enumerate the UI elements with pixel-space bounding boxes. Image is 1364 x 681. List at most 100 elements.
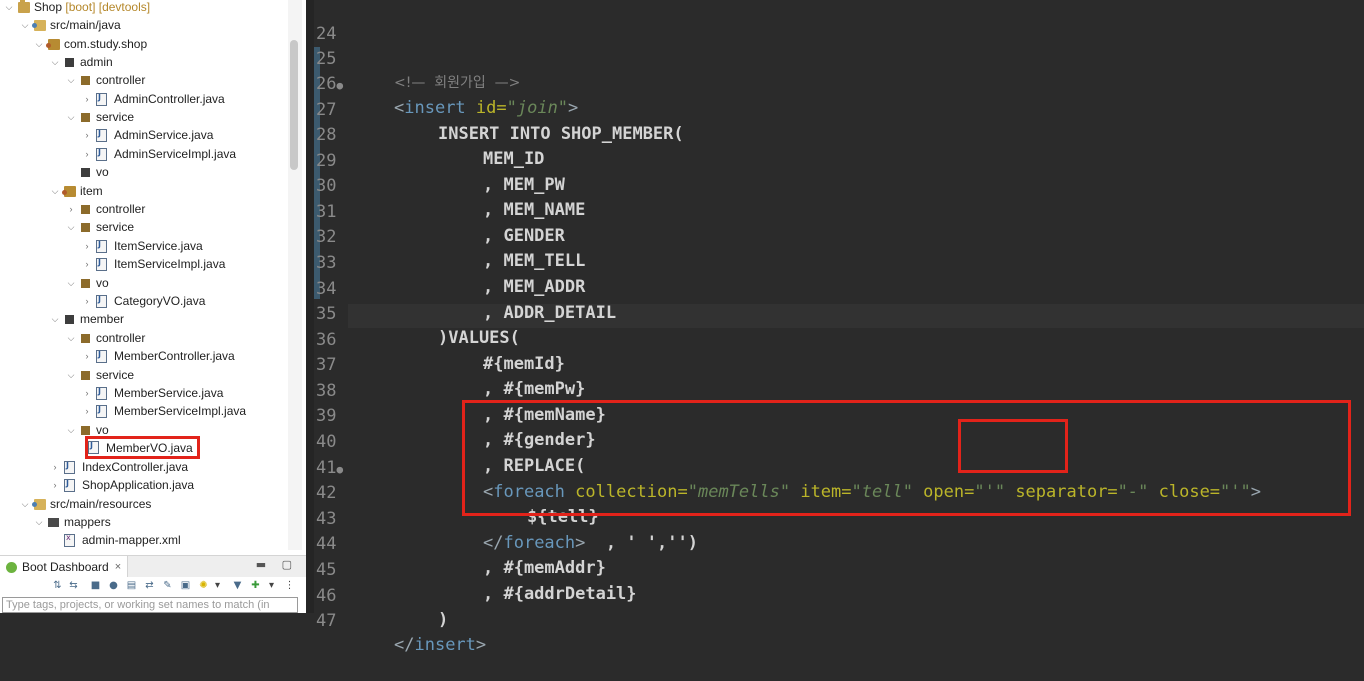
code-line[interactable]: 36 #{memId}: [306, 304, 565, 374]
tree-item-membervo-java[interactable]: MemberVO.java: [85, 436, 200, 459]
code-line[interactable]: 46 ): [306, 560, 448, 630]
tree-item-com-study-shop[interactable]: ⌵ com.study.shop: [34, 35, 148, 53]
tree-item-item-vo[interactable]: ⌵ vo: [66, 274, 109, 292]
tree-item-mappers[interactable]: ⌵ mappers: [34, 513, 111, 531]
debug-icon[interactable]: ⇆: [68, 580, 79, 591]
close-icon[interactable]: ×: [115, 561, 121, 573]
dropdown-icon[interactable]: ▾: [212, 580, 223, 591]
chevron-right-icon[interactable]: ›: [82, 94, 92, 104]
xml-editor[interactable]: 24 25 <!— 회원가입 —> 26● <insert id="join">…: [306, 0, 1364, 655]
add-icon[interactable]: ✚: [250, 580, 261, 591]
chevron-right-icon[interactable]: ›: [82, 149, 92, 159]
chevron-down-icon[interactable]: ⌵: [20, 20, 30, 31]
tree-item-src-main-java[interactable]: ⌵ src/main/java: [20, 16, 121, 34]
tree-item-adminservice-java[interactable]: › AdminService.java: [82, 126, 214, 144]
tree-item-admin-vo[interactable]: vo: [80, 163, 109, 181]
code-line[interactable]: 40 , REPLACE(: [306, 406, 585, 476]
chevron-down-icon[interactable]: ⌵: [66, 278, 76, 289]
tree-item-member-service[interactable]: ⌵ service: [66, 366, 134, 384]
chevron-down-icon[interactable]: ⌵: [50, 314, 60, 325]
tree-item-admincontroller-java[interactable]: › AdminController.java: [82, 90, 225, 108]
chevron-down-icon[interactable]: ⌵: [66, 112, 76, 123]
code-line[interactable]: 42 ${tell}: [306, 457, 599, 527]
code-line[interactable]: 27 INSERT INTO SHOP_MEMBER(: [306, 74, 684, 144]
chevron-down-icon[interactable]: ⌵: [34, 517, 44, 528]
tree-item-item[interactable]: ⌵ item: [50, 182, 103, 200]
tree-item-admin-controller[interactable]: ⌵ controller: [66, 71, 146, 89]
chevron-down-icon[interactable]: ⌵: [20, 499, 30, 510]
tree-item-project[interactable]: ⌵ Shop [boot] [devtools]: [4, 0, 150, 16]
code-line[interactable]: 31 , GENDER: [306, 176, 565, 246]
code-line[interactable]: 28 MEM_ID: [306, 99, 544, 169]
code-line[interactable]: 26● <insert id="join">: [306, 48, 578, 118]
tree-item-shopapplication-java[interactable]: › ShopApplication.java: [50, 476, 195, 494]
tree-item-src-main-resources[interactable]: ⌵ src/main/resources: [20, 495, 152, 513]
tree-item-categoryvo-java[interactable]: › CategoryVO.java: [82, 292, 206, 310]
code-line[interactable]: 35 )VALUES(: [306, 278, 520, 348]
chevron-down-icon[interactable]: ⌵: [50, 186, 60, 197]
code-line[interactable]: 33 , MEM_ADDR: [306, 227, 585, 297]
chevron-right-icon[interactable]: ›: [82, 130, 92, 140]
code-line[interactable]: 37 , #{memPw}: [306, 329, 585, 399]
chevron-down-icon[interactable]: ⌵: [66, 370, 76, 381]
code-line[interactable]: 38 , #{memName}: [306, 355, 606, 425]
chevron-right-icon[interactable]: ›: [50, 480, 60, 490]
edit-icon[interactable]: ✎: [162, 580, 173, 591]
code-line[interactable]: 44 , #{memAddr}: [306, 508, 606, 578]
chevron-right-icon[interactable]: ›: [66, 204, 76, 214]
chevron-right-icon[interactable]: ›: [82, 259, 92, 269]
tree-item-member-vo[interactable]: ⌵ vo: [66, 421, 109, 439]
start-icon[interactable]: ⇅: [52, 580, 63, 591]
code-line[interactable]: 39 , #{gender}: [306, 380, 596, 450]
chevron-down-icon[interactable]: ⌵: [34, 39, 44, 50]
tree-item-membercontroller-java[interactable]: › MemberController.java: [82, 347, 235, 365]
tab-boot-dashboard[interactable]: Boot Dashboard ×: [0, 556, 129, 578]
tree-item-admin-service[interactable]: ⌵ service: [66, 108, 134, 126]
view-menu-icon[interactable]: ⋮: [284, 580, 295, 591]
tree-item-memberserviceimpl-java[interactable]: › MemberServiceImpl.java: [82, 402, 247, 420]
open-browser-icon[interactable]: ●: [108, 580, 119, 591]
chevron-right-icon[interactable]: ›: [82, 388, 92, 398]
tree-item-itemservice-java[interactable]: › ItemService.java: [82, 237, 203, 255]
chevron-down-icon[interactable]: ⌵: [50, 57, 60, 68]
lightbulb-icon[interactable]: ✺: [198, 580, 209, 591]
filter-icon[interactable]: ▼: [232, 580, 243, 591]
chevron-right-icon[interactable]: ›: [50, 462, 60, 472]
chevron-right-icon[interactable]: ›: [82, 241, 92, 251]
tree-item-itemserviceimpl-java[interactable]: › ItemServiceImpl.java: [82, 255, 226, 273]
chevron-down-icon[interactable]: ⌵: [4, 2, 14, 13]
dropdown-icon[interactable]: ▾: [266, 580, 277, 591]
properties-icon[interactable]: ▣: [180, 580, 191, 591]
code-line[interactable]: 25 <!— 회원가입 —>: [306, 23, 520, 91]
code-line[interactable]: 45 , #{addrDetail}: [306, 534, 637, 604]
console-icon[interactable]: ▤: [126, 580, 137, 591]
link-icon[interactable]: ⇄: [144, 580, 155, 591]
tree-item-adminserviceimpl-java[interactable]: › AdminServiceImpl.java: [82, 145, 237, 163]
code-line[interactable]: 29 , MEM_PW: [306, 125, 565, 195]
tree-item-memberservice-java[interactable]: › MemberService.java: [82, 384, 224, 402]
minimize-maximize-icons[interactable]: ▬ ▢: [256, 558, 298, 571]
code-line[interactable]: 41● <foreach collection="memTells" item=…: [306, 432, 1261, 502]
chevron-right-icon[interactable]: ›: [82, 406, 92, 416]
code-line[interactable]: 43 </foreach> , ' ',''): [306, 483, 698, 553]
tree-item-member-controller[interactable]: ⌵ controller: [66, 329, 146, 347]
tree-item-indexcontroller-java[interactable]: › IndexController.java: [50, 458, 189, 476]
tree-item-admin[interactable]: ⌵ admin: [50, 53, 113, 71]
tree-item-admin-mapper-xml[interactable]: admin-mapper.xml: [64, 531, 181, 549]
tree-item-member[interactable]: ⌵ member: [50, 310, 124, 328]
code-line[interactable]: 34 , ADDR_DETAIL: [306, 253, 616, 323]
code-line[interactable]: 30 , MEM_NAME: [306, 150, 585, 220]
stop-icon[interactable]: ■: [90, 580, 101, 591]
chevron-down-icon[interactable]: ⌵: [66, 425, 76, 436]
tree-item-item-controller[interactable]: › controller: [66, 200, 146, 218]
dashboard-filter-input[interactable]: Type tags, projects, or working set name…: [2, 597, 298, 613]
code-line[interactable]: 24: [306, 0, 347, 44]
chevron-right-icon[interactable]: ›: [82, 296, 92, 306]
chevron-down-icon[interactable]: ⌵: [66, 333, 76, 344]
tree-item-item-service[interactable]: ⌵ service: [66, 218, 134, 236]
chevron-right-icon[interactable]: ›: [82, 351, 92, 361]
code-line[interactable]: 47 </insert>: [306, 585, 486, 655]
chevron-down-icon[interactable]: ⌵: [66, 75, 76, 86]
tree-scrollbar[interactable]: [288, 0, 302, 550]
code-line[interactable]: 32 , MEM_TELL: [306, 201, 585, 271]
